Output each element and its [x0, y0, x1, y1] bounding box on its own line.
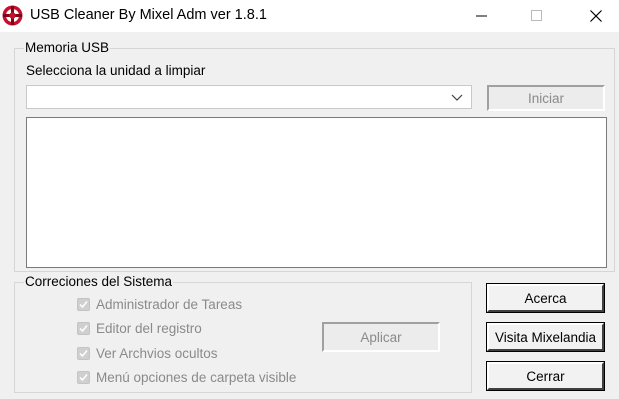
- visit-button-label: Visita Mixelandia: [494, 329, 597, 345]
- title-bar[interactable]: USB Cleaner By Mixel Adm ver 1.8.1: [0, 0, 619, 32]
- maximize-button: [514, 0, 560, 32]
- app-logo-icon: [2, 5, 23, 26]
- close-window-button[interactable]: [573, 0, 619, 32]
- drive-select-label: Selecciona la unidad a limpiar: [26, 63, 206, 78]
- chevron-down-icon: [451, 94, 463, 101]
- close-button-label: Cerrar: [526, 368, 565, 384]
- start-button-label: Iniciar: [527, 90, 564, 106]
- checkbox-label: Administrador de Tareas: [96, 296, 243, 312]
- checkbox-label: Ver Archvios ocultos: [96, 345, 218, 361]
- drive-select-dropdown[interactable]: [26, 85, 472, 109]
- maximize-icon: [531, 10, 542, 21]
- checkmark-icon: [77, 297, 90, 311]
- checkmark-icon: [77, 370, 90, 384]
- checkmark-icon: [77, 346, 90, 360]
- system-group-title: Correciones del Sistema: [24, 274, 174, 289]
- checkmark-icon: [77, 321, 90, 335]
- checkbox-label: Menú opciones de carpeta visible: [96, 369, 297, 385]
- checkbox-label: Editor del registro: [96, 320, 202, 336]
- checkbox-task-manager[interactable]: Administrador de Tareas: [77, 296, 242, 312]
- checkbox-folder-options[interactable]: Menú opciones de carpeta visible: [77, 369, 296, 385]
- close-button[interactable]: Cerrar: [487, 362, 604, 390]
- minimize-button[interactable]: [459, 0, 505, 32]
- window-title: USB Cleaner By Mixel Adm ver 1.8.1: [30, 7, 267, 23]
- usb-group-title: Memoria USB: [24, 40, 111, 55]
- close-icon: [590, 10, 602, 22]
- apply-button[interactable]: Aplicar: [322, 322, 440, 352]
- apply-button-label: Aplicar: [360, 329, 402, 345]
- minimize-icon: [476, 15, 487, 17]
- about-button[interactable]: Acerca: [487, 284, 604, 312]
- checkbox-hidden-files[interactable]: Ver Archvios ocultos: [77, 345, 218, 361]
- about-button-label: Acerca: [524, 290, 567, 306]
- log-output-area[interactable]: [26, 117, 607, 268]
- visit-mixelandia-button[interactable]: Visita Mixelandia: [487, 323, 604, 351]
- start-button[interactable]: Iniciar: [487, 85, 605, 111]
- checkbox-registry-editor[interactable]: Editor del registro: [77, 320, 202, 336]
